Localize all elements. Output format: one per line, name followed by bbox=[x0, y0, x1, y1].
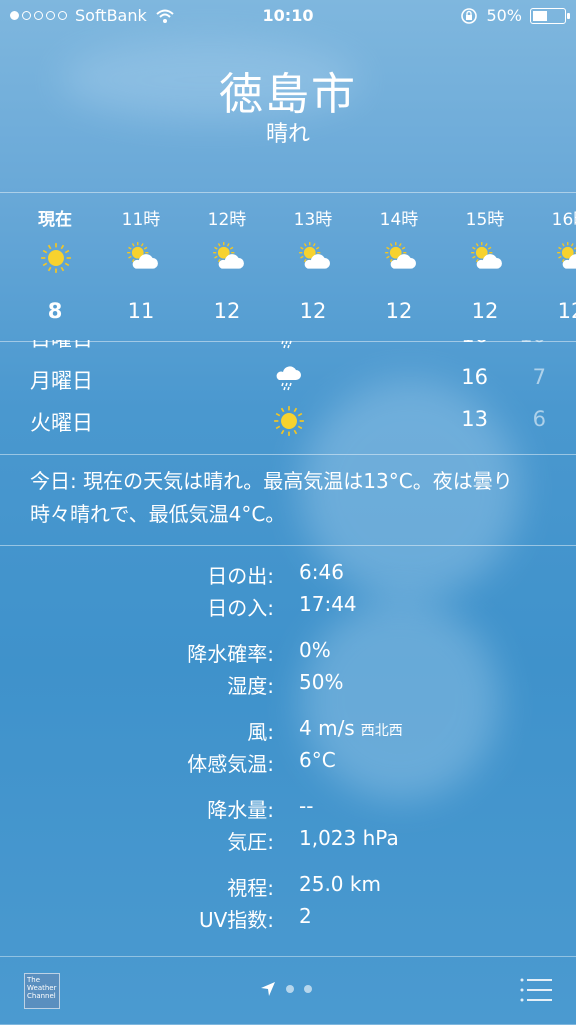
hour-label: 16時 bbox=[551, 210, 576, 230]
hour-label: 12時 bbox=[207, 210, 247, 230]
detail-value-text: 6°C bbox=[299, 748, 336, 772]
low-temp: 6 bbox=[532, 407, 546, 431]
detail-row: 風: 4 m/s 西北西 bbox=[0, 714, 576, 746]
detail-label: 降水量: bbox=[207, 798, 274, 822]
detail-label: 気圧: bbox=[227, 830, 274, 854]
bottom-toolbar: The Weather Channel bbox=[0, 956, 576, 1025]
detail-value-text: 4 m/s bbox=[299, 716, 355, 740]
weather-channel-logo[interactable]: The Weather Channel bbox=[24, 973, 60, 1009]
day-name: 火曜日 bbox=[30, 411, 93, 435]
detail-label: 視程: bbox=[227, 876, 274, 900]
detail-row: 湿度: 50% bbox=[0, 668, 576, 700]
detail-value: 17:44 bbox=[299, 592, 357, 616]
list-menu-icon[interactable] bbox=[520, 977, 552, 1003]
detail-value: -- bbox=[299, 794, 313, 818]
detail-label: 体感気温: bbox=[187, 752, 274, 776]
hour-label: 14時 bbox=[379, 210, 419, 230]
rotation-lock-icon bbox=[461, 7, 478, 24]
page-indicator[interactable] bbox=[260, 981, 312, 997]
battery-icon bbox=[530, 7, 570, 24]
hour-label: 15時 bbox=[465, 210, 505, 230]
hour-label: 13時 bbox=[293, 210, 333, 230]
day-name: 月曜日 bbox=[30, 369, 93, 393]
detail-row: 気圧: 1,023 hPa bbox=[0, 824, 576, 856]
battery-percent: 50% bbox=[486, 6, 522, 25]
partly-cloudy-icon bbox=[125, 241, 159, 275]
today-summary: 今日: 現在の天気は晴れ。最高気温は13°C。夜は曇り時々晴れで、最低気温4°C… bbox=[0, 454, 576, 546]
daily-row: 火曜日 13 6 bbox=[0, 400, 576, 442]
sun-icon bbox=[272, 404, 304, 436]
partly-cloudy-icon bbox=[297, 241, 331, 275]
detail-value: 1,023 hPa bbox=[299, 826, 399, 850]
page-dot bbox=[304, 985, 312, 993]
detail-value-text: 50% bbox=[299, 670, 344, 694]
detail-value-text: -- bbox=[299, 794, 314, 818]
detail-label: 日の出: bbox=[207, 564, 274, 588]
page-dot bbox=[286, 985, 294, 993]
detail-row: 日の入: 17:44 bbox=[0, 590, 576, 622]
hourly-forecast[interactable]: 現在 8 11時 11 12時 12 13時 12 14時 12 15時 12 16時 12 bbox=[0, 192, 576, 342]
current-condition: 晴れ bbox=[265, 122, 310, 147]
hour-temp: 8 bbox=[47, 299, 63, 323]
hour-temp: 12 bbox=[385, 299, 413, 323]
partly-cloudy-icon bbox=[383, 241, 417, 275]
detail-row: UV指数: 2 bbox=[0, 902, 576, 934]
sun-icon bbox=[39, 241, 73, 275]
location-arrow-icon bbox=[261, 982, 275, 996]
detail-value: 50% bbox=[299, 670, 343, 694]
daily-row: 月曜日 16 7 bbox=[0, 358, 576, 400]
partly-cloudy-icon bbox=[555, 241, 576, 275]
detail-label: 風: bbox=[247, 720, 274, 744]
detail-value-text: 0% bbox=[299, 638, 331, 662]
detail-label: 日の入: bbox=[207, 596, 274, 620]
hour-temp: 12 bbox=[299, 299, 327, 323]
detail-value-text: 2 bbox=[299, 904, 312, 928]
detail-value-text: 17:44 bbox=[299, 592, 357, 616]
hour-temp: 12 bbox=[471, 299, 499, 323]
rain-icon bbox=[272, 340, 304, 352]
high-temp: 16 bbox=[461, 365, 488, 389]
low-temp: 7 bbox=[532, 365, 546, 389]
partly-cloudy-icon bbox=[211, 241, 245, 275]
detail-value: 0% bbox=[299, 638, 331, 662]
detail-label: 湿度: bbox=[227, 674, 274, 698]
detail-value: 25.0 km bbox=[299, 872, 381, 896]
detail-value: 2 bbox=[299, 904, 312, 928]
summary-text: 今日: 現在の天気は晴れ。最高気温は13°C。夜は曇り時々晴れで、最低気温4°C… bbox=[30, 469, 513, 526]
detail-row: 降水確率: 0% bbox=[0, 636, 576, 668]
detail-label: 降水確率: bbox=[187, 642, 274, 666]
day-name: 日曜日 bbox=[30, 340, 93, 353]
daily-forecast[interactable]: 日曜日 16 10月曜日 16 7火曜日 13 6 bbox=[0, 340, 576, 454]
detail-value: 6°C bbox=[299, 748, 336, 772]
detail-value-text: 1,023 hPa bbox=[299, 826, 399, 850]
hour-temp: 11 bbox=[127, 299, 155, 323]
rain-icon bbox=[272, 362, 304, 394]
detail-label: UV指数: bbox=[198, 908, 274, 932]
detail-value: 4 m/s 西北西 bbox=[299, 716, 403, 740]
detail-row: 視程: 25.0 km bbox=[0, 870, 576, 902]
hour-temp: 12 bbox=[213, 299, 241, 323]
daily-row: 日曜日 16 10 bbox=[0, 340, 576, 358]
hour-temp: 12 bbox=[557, 299, 576, 323]
detail-row: 日の出: 6:46 bbox=[0, 558, 576, 590]
detail-row: 体感気温: 6°C bbox=[0, 746, 576, 778]
hour-label: 現在 bbox=[38, 210, 72, 230]
detail-value-text: 6:46 bbox=[299, 560, 344, 584]
low-temp: 10 bbox=[500, 340, 546, 347]
high-temp: 16 bbox=[440, 340, 488, 347]
status-bar: SoftBank 10:10 50% bbox=[0, 0, 576, 32]
wind-direction: 西北西 bbox=[360, 723, 403, 739]
city-name: 徳島市 bbox=[219, 69, 357, 120]
detail-value-text: 25.0 km bbox=[299, 872, 381, 896]
high-temp: 13 bbox=[461, 407, 488, 431]
detail-value: 6:46 bbox=[299, 560, 344, 584]
hour-label: 11時 bbox=[121, 210, 161, 230]
detail-row: 降水量: -- bbox=[0, 792, 576, 824]
partly-cloudy-icon bbox=[469, 241, 503, 275]
